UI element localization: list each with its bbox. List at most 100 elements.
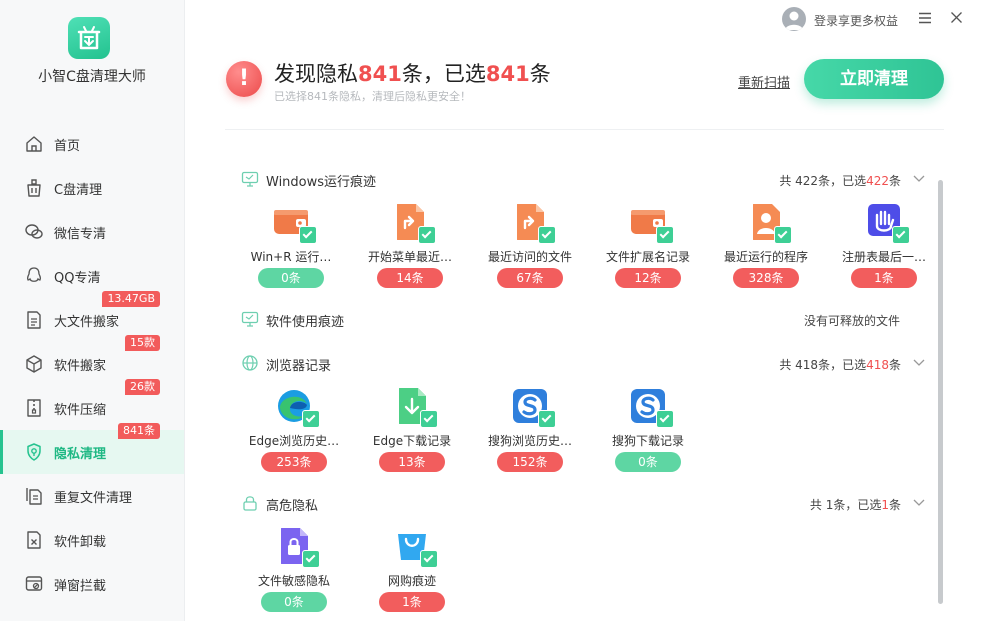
sidebar-item-label: 软件搬家 bbox=[54, 359, 107, 374]
software-move-icon bbox=[26, 355, 42, 373]
monitor-icon bbox=[241, 171, 259, 187]
sidebar-item-label: C盘清理 bbox=[54, 183, 103, 198]
item-count-badge: 14条 bbox=[377, 268, 443, 288]
section-title: 高危隐私 bbox=[266, 499, 319, 514]
popup-block-icon bbox=[25, 576, 43, 591]
item-name: 最近运行的程序 bbox=[723, 250, 808, 264]
section-title: 软件使用痕迹 bbox=[266, 315, 345, 330]
sidebar-item-label: 弹窗拦截 bbox=[54, 579, 107, 594]
duplicate-file-icon bbox=[26, 488, 42, 505]
page-subtitle: 已选择841条隐私，清理后隐私更安全！ bbox=[274, 90, 471, 103]
checkbox-checked[interactable] bbox=[538, 226, 556, 244]
sidebar-item-label: 大文件搬家 bbox=[54, 315, 120, 330]
checkbox-checked[interactable] bbox=[302, 410, 320, 428]
sidebar-item-c-drive-clean[interactable]: C盘清理 bbox=[0, 166, 184, 210]
item-name: 文件敏感隐私 bbox=[257, 574, 330, 588]
sidebar-item-label: 软件卸载 bbox=[54, 535, 107, 550]
checkbox-checked[interactable] bbox=[892, 226, 910, 244]
selected-count: 841 bbox=[485, 62, 530, 86]
sidebar-item-wechat[interactable]: 微信专清 bbox=[0, 210, 184, 254]
sidebar-item-label: 重复文件清理 bbox=[54, 491, 133, 506]
sidebar-item-privacy[interactable]: 隐私清理 841条 bbox=[0, 423, 184, 474]
item-count-badge: 152条 bbox=[497, 452, 563, 472]
chevron-down-icon[interactable] bbox=[912, 173, 926, 183]
privacy-item[interactable]: 文件扩展名记录 12条 bbox=[598, 204, 698, 299]
clean-now-button[interactable]: 立即清理 bbox=[804, 59, 944, 99]
privacy-item[interactable]: Edge下载记录 13条 bbox=[362, 388, 462, 483]
privacy-item[interactable]: 网购痕迹 1条 bbox=[362, 528, 462, 623]
chevron-down-icon[interactable] bbox=[912, 357, 926, 367]
checkbox-checked[interactable] bbox=[656, 226, 674, 244]
sidebar-item-label: 微信专清 bbox=[54, 227, 107, 242]
avatar[interactable] bbox=[782, 7, 806, 31]
item-count-badge: 1条 bbox=[851, 268, 917, 288]
section-empty-text: 没有可释放的文件 bbox=[803, 314, 900, 328]
privacy-item[interactable]: 最近运行的程序 328条 bbox=[716, 204, 816, 299]
compress-icon bbox=[27, 399, 41, 417]
qq-icon bbox=[26, 267, 42, 282]
item-count-badge: 0条 bbox=[615, 452, 681, 472]
privacy-item[interactable]: 最近访问的文件 67条 bbox=[480, 204, 580, 299]
rescan-link[interactable]: 重新扫描 bbox=[738, 72, 790, 91]
page-title: 发现隐私841条，已选841条 bbox=[274, 62, 551, 86]
item-name: Win+R 运行… bbox=[250, 250, 332, 264]
globe-icon bbox=[242, 355, 258, 371]
sidebar-item-label: QQ专清 bbox=[54, 271, 101, 286]
sidebar-item-duplicate-file[interactable]: 重复文件清理 bbox=[0, 474, 184, 518]
item-name: 搜狗浏览历史… bbox=[487, 434, 572, 448]
item-name: 注册表最后一… bbox=[841, 250, 926, 264]
login-link[interactable]: 登录享更多权益 bbox=[814, 12, 898, 29]
sidebar-item-uninstall[interactable]: 软件卸载 bbox=[0, 518, 184, 562]
sidebar-item-label: 首页 bbox=[54, 139, 81, 154]
home-icon bbox=[26, 136, 42, 152]
item-name: 网购痕迹 bbox=[387, 574, 436, 588]
sidebar-item-home[interactable]: 首页 bbox=[0, 122, 184, 166]
item-count-badge: 253条 bbox=[261, 452, 327, 472]
item-count-badge: 67条 bbox=[497, 268, 563, 288]
checkbox-checked[interactable] bbox=[302, 550, 320, 568]
scrollbar[interactable] bbox=[938, 180, 943, 604]
privacy-item[interactable]: 开始菜单最近… 14条 bbox=[360, 204, 460, 299]
checkbox-checked[interactable] bbox=[418, 226, 436, 244]
checkbox-checked[interactable] bbox=[299, 226, 317, 244]
close-icon[interactable] bbox=[950, 11, 963, 24]
section-title: 浏览器记录 bbox=[266, 359, 332, 374]
item-count-badge: 13条 bbox=[379, 452, 445, 472]
privacy-item[interactable]: 文件敏感隐私 0条 bbox=[244, 528, 344, 623]
privacy-item[interactable]: 注册表最后一… 1条 bbox=[834, 204, 934, 299]
privacy-icon bbox=[27, 443, 41, 461]
section-summary: 共 422条，已选422条 bbox=[779, 174, 901, 188]
item-name: 文件扩展名记录 bbox=[605, 250, 690, 264]
alert-icon: ! bbox=[226, 61, 262, 97]
item-name: 开始菜单最近… bbox=[367, 250, 452, 264]
privacy-item[interactable]: Win+R 运行… 0条 bbox=[241, 204, 341, 299]
sidebar-item-popup-block[interactable]: 弹窗拦截 bbox=[0, 562, 184, 606]
checkbox-checked[interactable] bbox=[774, 226, 792, 244]
sidebar-badge: 15款 bbox=[125, 335, 160, 351]
found-count: 841 bbox=[358, 62, 402, 86]
sidebar-badge: 13.47GB bbox=[102, 291, 160, 307]
sidebar-item-label: 隐私清理 bbox=[54, 447, 107, 462]
item-name: Edge下载记录 bbox=[372, 434, 452, 448]
privacy-item[interactable]: Edge浏览历史… 253条 bbox=[244, 388, 344, 483]
item-count-badge: 12条 bbox=[615, 268, 681, 288]
privacy-item[interactable]: 搜狗下载记录 0条 bbox=[598, 388, 698, 483]
checkbox-checked[interactable] bbox=[420, 550, 438, 568]
app-logo bbox=[68, 17, 110, 59]
chevron-down-icon[interactable] bbox=[912, 497, 926, 507]
sidebar: 小智C盘清理大师 首页 C盘清理 微信专清 QQ专清 大文件搬家 13.47GB… bbox=[0, 0, 185, 621]
section-summary: 共 1条，已选1条 bbox=[809, 498, 901, 512]
item-count-badge: 328条 bbox=[733, 268, 799, 288]
checkbox-checked[interactable] bbox=[538, 410, 556, 428]
privacy-item[interactable]: 搜狗浏览历史… 152条 bbox=[480, 388, 580, 483]
item-count-badge: 0条 bbox=[258, 268, 324, 288]
lock-icon bbox=[243, 496, 257, 511]
section-summary: 共 418条，已选418条 bbox=[779, 358, 901, 372]
item-name: 搜狗下载记录 bbox=[611, 434, 684, 448]
monitor-icon bbox=[241, 311, 259, 327]
sidebar-item-label: 软件压缩 bbox=[54, 403, 107, 418]
uninstall-icon bbox=[27, 531, 41, 549]
checkbox-checked[interactable] bbox=[656, 410, 674, 428]
menu-icon[interactable] bbox=[918, 12, 932, 24]
checkbox-checked[interactable] bbox=[420, 410, 438, 428]
